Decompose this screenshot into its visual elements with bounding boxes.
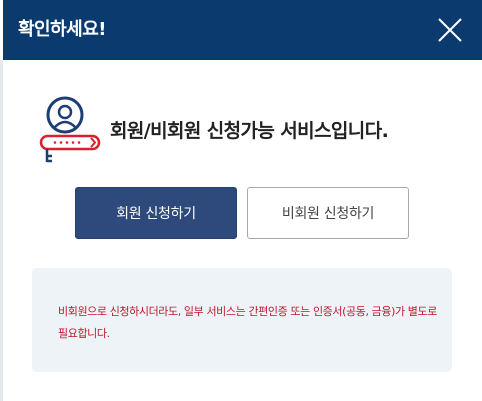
notice-text: 비회원으로 신청하시더라도, 일부 서비스는 간편인증 또는 인증서(공동, 금… xyxy=(58,305,437,340)
close-icon xyxy=(438,18,462,42)
notice-box: 비회원으로 신청하시더라도, 일부 서비스는 간편인증 또는 인증서(공동, 금… xyxy=(32,268,452,372)
page: 확인하세요! 회원/비회원 신청가능 서비스입니다. 회원 신청하기 비회원 신… xyxy=(0,0,482,401)
service-info-text: 회원/비회원 신청가능 서비스입니다. xyxy=(110,120,389,142)
modal-title: 확인하세요! xyxy=(18,19,107,40)
user-key-icon xyxy=(39,96,101,163)
service-info: 회원/비회원 신청가능 서비스입니다. xyxy=(33,96,473,164)
modal-header: 확인하세요! xyxy=(3,0,482,60)
member-apply-button[interactable]: 회원 신청하기 xyxy=(75,187,237,239)
close-button[interactable] xyxy=(436,16,464,44)
guest-apply-button[interactable]: 비회원 신청하기 xyxy=(247,187,409,239)
confirm-modal: 확인하세요! 회원/비회원 신청가능 서비스입니다. 회원 신청하기 비회원 신… xyxy=(3,0,482,401)
